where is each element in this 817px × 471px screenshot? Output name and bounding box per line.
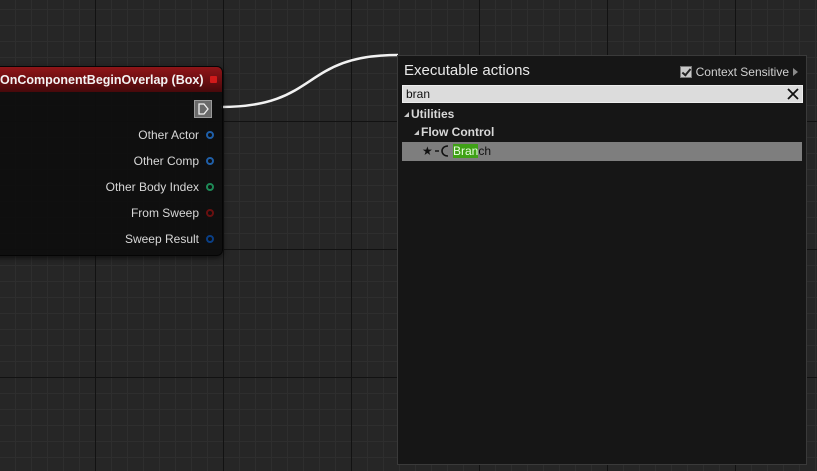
category-label: Utilities bbox=[411, 107, 455, 121]
context-sensitive-toggle[interactable]: Context Sensitive bbox=[679, 65, 798, 79]
result-label: Branch bbox=[453, 144, 491, 158]
object-pin-icon[interactable] bbox=[206, 131, 214, 139]
result-branch[interactable]: ★ Branch bbox=[402, 142, 802, 161]
node-title: OnComponentBeginOverlap (Box) bbox=[0, 73, 204, 87]
pin-other-actor[interactable]: Other Actor bbox=[138, 127, 214, 143]
context-sensitive-checkbox[interactable] bbox=[679, 66, 692, 78]
integer-pin-icon[interactable] bbox=[206, 183, 214, 191]
context-sensitive-label: Context Sensitive bbox=[695, 65, 789, 79]
pin-from-sweep[interactable]: From Sweep bbox=[131, 205, 214, 221]
category-flow-control[interactable]: Flow Control bbox=[414, 124, 494, 140]
struct-pin-icon[interactable] bbox=[206, 235, 214, 243]
pin-label: Sweep Result bbox=[124, 232, 199, 246]
branch-node-icon bbox=[435, 145, 449, 157]
search-match-highlight: Bran bbox=[453, 144, 479, 158]
exec-arrow-icon bbox=[198, 103, 209, 115]
object-pin-icon[interactable] bbox=[206, 157, 214, 165]
pin-other-body-index[interactable]: Other Body Index bbox=[106, 179, 214, 195]
pin-sweep-result[interactable]: Sweep Result bbox=[125, 231, 214, 247]
boolean-pin-icon[interactable] bbox=[206, 209, 214, 217]
pin-label: Other Comp bbox=[133, 154, 199, 168]
search-input[interactable]: bran bbox=[402, 85, 803, 103]
exec-output-pin[interactable] bbox=[194, 100, 212, 118]
category-label: Flow Control bbox=[421, 125, 495, 139]
favorite-star-icon[interactable]: ★ bbox=[422, 144, 433, 158]
pin-label: From Sweep bbox=[130, 206, 199, 220]
collapse-triangle-icon[interactable] bbox=[404, 111, 409, 117]
expand-arrow-icon[interactable] bbox=[793, 68, 798, 76]
node-header[interactable]: OnComponentBeginOverlap (Box) bbox=[0, 67, 222, 92]
event-node[interactable]: OnComponentBeginOverlap (Box) Other Acto… bbox=[0, 66, 223, 256]
search-value: bran bbox=[406, 87, 431, 101]
exec-wire bbox=[220, 53, 399, 109]
pin-other-comp[interactable]: Other Comp bbox=[134, 153, 214, 169]
pin-label: Other Body Index bbox=[105, 180, 199, 194]
category-utilities[interactable]: Utilities bbox=[404, 106, 454, 122]
collapse-triangle-icon[interactable] bbox=[414, 129, 419, 135]
action-menu[interactable]: Executable actions Context Sensitive bra… bbox=[397, 55, 807, 465]
clear-icon[interactable] bbox=[786, 87, 800, 101]
pin-label: Other Actor bbox=[138, 128, 199, 142]
delegate-pin[interactable] bbox=[210, 76, 217, 83]
result-label-rest: ch bbox=[478, 144, 492, 158]
menu-title: Executable actions bbox=[404, 62, 530, 79]
